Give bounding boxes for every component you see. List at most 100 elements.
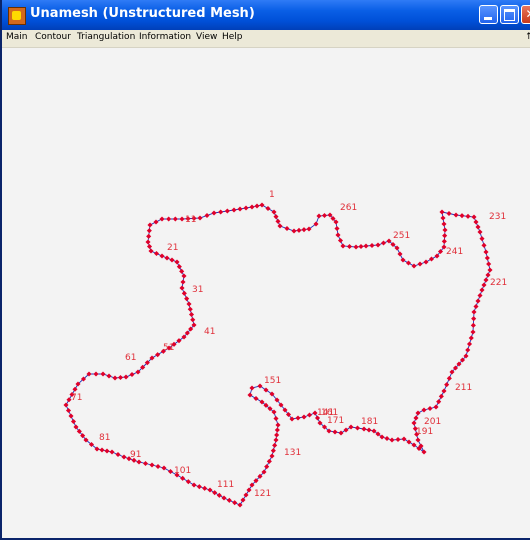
node-marker: [224, 208, 230, 214]
node-marker: [301, 414, 307, 420]
node-marker: [338, 430, 344, 436]
node-label: 191: [416, 427, 433, 437]
node-marker: [185, 479, 191, 485]
node-label: 101: [174, 466, 191, 476]
node-marker: [291, 228, 297, 234]
node-label: 51: [163, 343, 174, 353]
node-label: 121: [254, 489, 271, 499]
node-label: 41: [204, 327, 215, 337]
node-marker: [441, 388, 447, 394]
menu-main[interactable]: Main: [6, 32, 28, 42]
node-marker: [266, 458, 272, 464]
node-marker: [207, 487, 213, 493]
node-marker: [400, 257, 406, 263]
node-marker: [361, 426, 367, 432]
node-marker: [481, 282, 487, 288]
node-marker: [487, 267, 493, 273]
node-marker: [243, 492, 249, 498]
menu-view[interactable]: View: [196, 32, 217, 42]
node-marker: [68, 413, 74, 419]
node-marker: [481, 242, 487, 248]
node-marker: [479, 236, 485, 242]
node-marker: [440, 215, 446, 221]
node-marker: [273, 437, 279, 443]
node-label: 21: [167, 243, 178, 253]
menu-overflow-icon[interactable]: ↑: [525, 32, 530, 42]
node-marker: [142, 460, 149, 467]
node-marker: [63, 402, 69, 408]
node-marker: [284, 225, 290, 232]
node-marker: [273, 214, 279, 220]
node-marker: [316, 213, 322, 219]
title-bar[interactable]: Unamesh (Unstructured Mesh) ✕: [2, 0, 530, 30]
node-marker: [180, 475, 186, 481]
node-marker: [169, 257, 175, 263]
node-marker: [477, 229, 483, 235]
node-marker: [384, 435, 390, 442]
node-marker: [415, 437, 421, 443]
node-marker: [72, 386, 78, 392]
minimize-button[interactable]: [479, 5, 498, 24]
node-marker: [149, 462, 155, 468]
node-marker: [459, 213, 465, 219]
node-marker: [483, 277, 489, 283]
node-marker: [65, 407, 72, 414]
plot-canvas[interactable]: 1 11 21 31 41 51 61 71 81 91 101 111 121 131 141 151 161…: [4, 48, 530, 538]
node-marker: [465, 213, 471, 219]
node-marker: [184, 296, 190, 302]
node-marker: [369, 242, 375, 249]
menu-bar: Main Contour Triangulation Information V…: [2, 30, 530, 48]
node-marker: [346, 243, 353, 250]
node-marker: [174, 259, 180, 265]
maximize-button[interactable]: [500, 5, 519, 24]
node-marker: [475, 298, 481, 304]
node-marker: [468, 335, 474, 341]
node-marker: [104, 448, 110, 454]
node-marker: [117, 374, 124, 381]
node-marker: [136, 459, 142, 465]
node-marker: [275, 218, 281, 224]
menu-help[interactable]: Help: [222, 32, 243, 42]
node-marker: [471, 316, 477, 322]
node-marker: [271, 209, 277, 215]
node-marker: [277, 223, 283, 229]
close-button[interactable]: ✕: [521, 5, 530, 24]
node-marker: [486, 261, 492, 267]
node-marker: [146, 233, 152, 239]
node-marker: [415, 410, 421, 416]
node-label: 151: [264, 376, 281, 386]
node-marker: [161, 465, 167, 471]
node-label: 221: [490, 278, 507, 288]
node-label: 251: [393, 231, 410, 241]
node-marker: [145, 239, 151, 245]
node-marker: [164, 255, 170, 261]
menu-triangulation[interactable]: Triangulation: [77, 32, 135, 42]
node-marker: [106, 373, 112, 379]
node-marker: [180, 279, 186, 285]
menu-information[interactable]: Information: [139, 32, 191, 42]
node-marker: [295, 415, 301, 421]
node-marker: [423, 259, 429, 265]
node-marker: [473, 219, 479, 225]
node-marker: [253, 395, 259, 402]
node-marker: [335, 232, 341, 238]
node-marker: [466, 341, 473, 347]
matlab-icon: [8, 7, 26, 25]
node-marker: [446, 375, 452, 381]
node-marker: [204, 212, 210, 219]
node-label: 31: [192, 285, 203, 295]
node-marker: [237, 502, 243, 508]
node-marker: [179, 216, 185, 222]
node-marker: [436, 399, 442, 405]
node-marker: [191, 482, 197, 488]
node-marker: [240, 497, 246, 503]
menu-contour[interactable]: Contour: [35, 32, 71, 42]
node-marker: [196, 484, 202, 490]
node-marker: [249, 385, 255, 391]
node-marker: [115, 451, 121, 458]
node-marker: [243, 205, 249, 211]
node-marker: [411, 263, 417, 269]
node-marker: [397, 251, 403, 257]
node-marker: [273, 415, 279, 422]
node-label: 211: [455, 383, 472, 393]
